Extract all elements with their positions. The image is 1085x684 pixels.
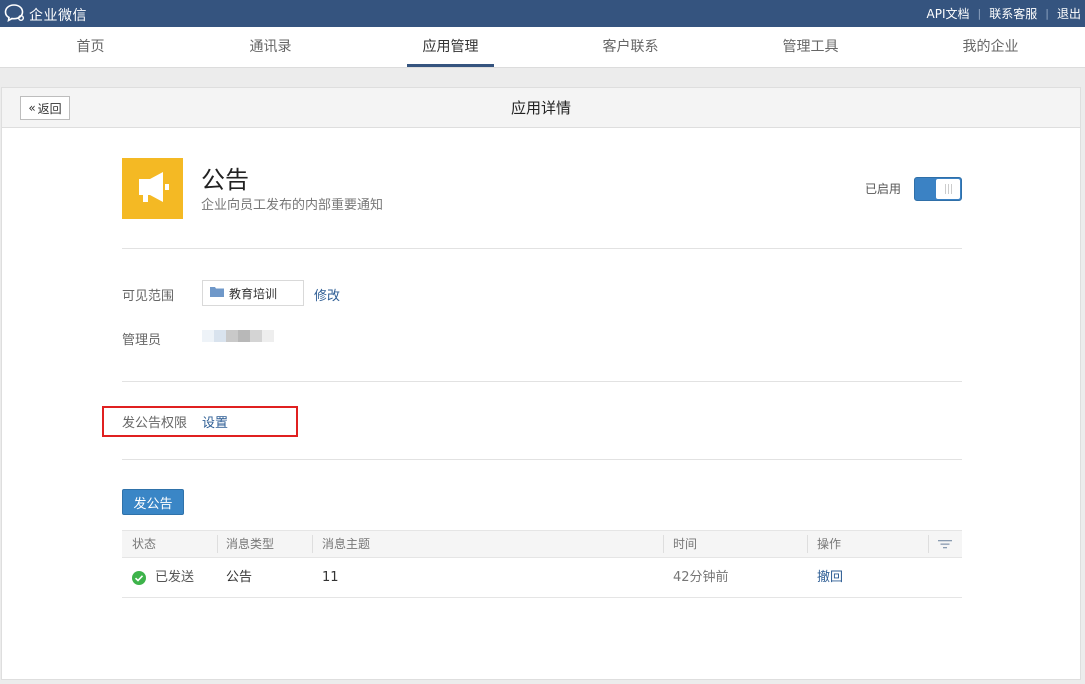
back-button-label: 返回	[37, 101, 62, 116]
app-description: 企业向员工发布的内部重要通知	[201, 198, 384, 213]
modify-scope-link[interactable]: 修改	[314, 285, 340, 304]
app-name: 公告	[201, 166, 249, 194]
divider	[122, 459, 962, 460]
admin-avatar-blurred	[202, 325, 274, 349]
column-header-status: 状态	[132, 537, 157, 551]
wecom-logo-icon	[4, 3, 26, 27]
column-filter-icon[interactable]	[937, 537, 953, 551]
highlight-box	[102, 406, 298, 437]
row-status: 已发送	[155, 570, 195, 585]
page-title: 应用详情	[510, 99, 571, 117]
back-button[interactable]: « 返回	[20, 96, 70, 120]
table-row: 已发送 公告 11 42分钟前 撤回	[122, 558, 962, 598]
megaphone-icon	[133, 169, 173, 209]
admin-label: 管理员	[122, 333, 162, 348]
publish-announcement-button[interactable]: 发公告	[122, 489, 184, 515]
nav-app-management[interactable]: 应用管理	[407, 27, 494, 67]
double-chevron-left-icon: «	[28, 101, 36, 115]
divider	[122, 248, 962, 249]
row-time: 42分钟前	[673, 570, 729, 585]
nav-my-enterprise[interactable]: 我的企业	[947, 27, 1034, 67]
link-separator: |	[1045, 7, 1049, 20]
nav-active-indicator	[407, 64, 494, 67]
toggle-knob	[936, 179, 960, 199]
scope-department-name: 教育培训	[229, 286, 278, 301]
nav-customer-contact[interactable]: 客户联系	[587, 27, 674, 67]
enabled-status-label: 已启用	[865, 182, 902, 196]
check-circle-icon	[132, 571, 146, 585]
logo[interactable]: 企业微信	[4, 3, 87, 27]
app-icon	[122, 158, 183, 219]
logo-text: 企业微信	[29, 8, 87, 24]
column-header-action: 操作	[817, 537, 842, 551]
contact-support-link[interactable]: 联系客服	[989, 5, 1037, 22]
nav-home[interactable]: 首页	[47, 27, 134, 67]
top-bar: 企业微信 API文档 | 联系客服 | 退出	[0, 0, 1085, 27]
revoke-link[interactable]: 撤回	[817, 558, 843, 598]
column-header-subject: 消息主题	[322, 537, 371, 551]
logout-link[interactable]: 退出	[1057, 5, 1081, 22]
top-links: API文档 | 联系客服 | 退出	[927, 5, 1081, 22]
api-docs-link[interactable]: API文档	[927, 5, 970, 22]
main-nav: 首页 通讯录 应用管理 客户联系 管理工具 我的企业	[0, 27, 1085, 68]
divider	[122, 381, 962, 382]
scope-department-tag: 教育培训	[202, 280, 304, 306]
column-header-time: 时间	[673, 537, 698, 551]
nav-management-tools[interactable]: 管理工具	[767, 27, 854, 67]
row-type: 公告	[226, 570, 253, 585]
enable-toggle[interactable]	[914, 177, 962, 201]
row-subject: 11	[322, 570, 339, 585]
app-detail-panel: 应用详情 « 返回 公告 企业向员工发布的内部重要通知 已启用 可见范围 教育培…	[1, 87, 1081, 680]
nav-contacts[interactable]: 通讯录	[227, 27, 314, 67]
column-header-type: 消息类型	[226, 537, 275, 551]
folder-icon	[210, 286, 229, 300]
visibility-scope-label: 可见范围	[122, 289, 175, 304]
table-header: 状态 消息类型 消息主题 时间 操作	[122, 530, 962, 558]
panel-header: 应用详情 « 返回	[2, 88, 1080, 128]
link-separator: |	[977, 7, 982, 20]
